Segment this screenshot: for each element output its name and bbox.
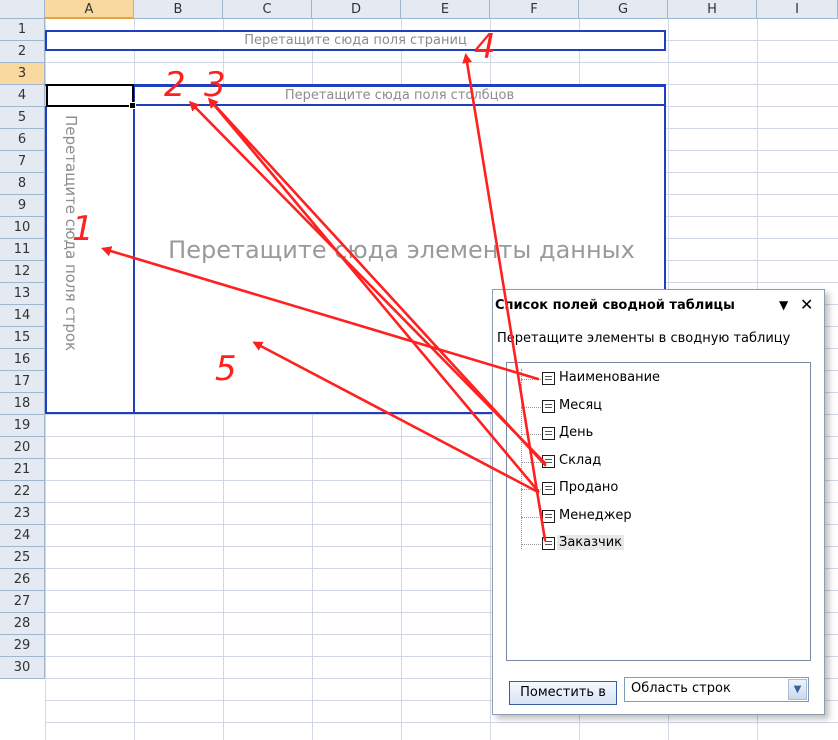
row-header-29[interactable]: 29 <box>0 635 45 657</box>
row-header-1[interactable]: 1 <box>0 19 45 41</box>
row-header-15[interactable]: 15 <box>0 327 45 349</box>
pivot-column-drop-zone[interactable]: Перетащите сюда поля столбцов <box>133 85 666 106</box>
field-label: Заказчик <box>557 535 625 550</box>
column-header-i[interactable]: I <box>757 0 838 19</box>
field-label: Продано <box>559 480 619 495</box>
field-checkbox[interactable] <box>542 537 555 550</box>
field-checkbox[interactable] <box>542 509 555 523</box>
tree-connector <box>521 516 541 518</box>
row-header-11[interactable]: 11 <box>0 239 45 261</box>
row-header-20[interactable]: 20 <box>0 437 45 459</box>
column-header-b[interactable]: B <box>134 0 223 19</box>
field-list: Наименование Месяц День Склад Продано Менедже… <box>506 362 811 661</box>
field-checkbox[interactable] <box>542 399 555 413</box>
row-header-24[interactable]: 24 <box>0 525 45 547</box>
field-checkbox[interactable] <box>542 454 555 468</box>
row-header-14[interactable]: 14 <box>0 305 45 327</box>
field-label: Наименование <box>559 370 661 385</box>
row-header-4[interactable]: 4 <box>0 85 45 107</box>
fill-handle[interactable] <box>129 102 136 109</box>
row-header-3[interactable]: 3 <box>0 63 45 85</box>
pivot-page-drop-zone[interactable]: Перетащите сюда поля страниц <box>45 30 666 51</box>
row-header-9[interactable]: 9 <box>0 195 45 217</box>
row-header-27[interactable]: 27 <box>0 591 45 613</box>
area-select[interactable]: Область строк ▼ <box>624 677 809 702</box>
panel-menu-icon[interactable]: ▼ <box>779 298 788 312</box>
row-header-18[interactable]: 18 <box>0 393 45 415</box>
row-header-13[interactable]: 13 <box>0 283 45 305</box>
column-header-d[interactable]: D <box>312 0 401 19</box>
data-drop-label: Перетащите сюда элементы данных <box>168 236 635 264</box>
chevron-down-icon[interactable]: ▼ <box>788 679 807 700</box>
field-checkbox[interactable] <box>542 372 555 385</box>
tree-connector <box>521 489 541 490</box>
column-header-h[interactable]: H <box>668 0 757 19</box>
row-drop-label: Перетащите сюда поля строк <box>62 115 80 352</box>
column-header-a[interactable]: A <box>45 0 134 19</box>
row-header-7[interactable]: 7 <box>0 151 45 173</box>
row-header-28[interactable]: 28 <box>0 613 45 635</box>
row-header-12[interactable]: 12 <box>0 261 45 283</box>
row-header-17[interactable]: 17 <box>0 371 45 393</box>
field-label: Месяц <box>559 397 603 413</box>
tree-connector <box>521 406 541 408</box>
row-header-19[interactable]: 19 <box>0 415 45 437</box>
area-select-value: Область строк <box>631 681 731 696</box>
row-header-25[interactable]: 25 <box>0 547 45 569</box>
row-header-2[interactable]: 2 <box>0 41 45 63</box>
column-drop-label: Перетащите сюда поля столбцов <box>284 88 515 103</box>
row-header-5[interactable]: 5 <box>0 107 45 129</box>
column-header-f[interactable]: F <box>490 0 579 19</box>
column-header-c[interactable]: C <box>223 0 312 19</box>
row-header-22[interactable]: 22 <box>0 481 45 503</box>
active-cell-a3[interactable] <box>46 84 136 109</box>
row-header-8[interactable]: 8 <box>0 173 45 195</box>
row-header-16[interactable]: 16 <box>0 349 45 371</box>
tree-connector <box>521 461 541 463</box>
panel-title: Список полей сводной таблицы <box>495 298 735 313</box>
field-label: Склад <box>559 452 602 468</box>
field-label: День <box>559 425 594 440</box>
tree-connector <box>521 379 541 380</box>
select-all-corner[interactable] <box>0 0 45 19</box>
row-header-26[interactable]: 26 <box>0 569 45 591</box>
row-header-10[interactable]: 10 <box>0 217 45 239</box>
row-header-23[interactable]: 23 <box>0 503 45 525</box>
column-header-e[interactable]: E <box>401 0 490 19</box>
field-label: Менеджер <box>559 507 632 523</box>
panel-hint: Перетащите элементы в сводную таблицу <box>497 331 791 346</box>
row-header-21[interactable]: 21 <box>0 459 45 481</box>
tree-line <box>521 369 522 549</box>
field-checkbox[interactable] <box>542 427 555 440</box>
place-in-button[interactable]: Поместить в <box>509 681 617 705</box>
tree-connector <box>521 434 541 435</box>
row-header-6[interactable]: 6 <box>0 129 45 151</box>
tree-connector <box>521 544 541 545</box>
spreadsheet: ABCDEFGHI 1 2 3 4 5 6 7 8 9 10 11 12 13 14 15 16 17 18 19 2… <box>0 0 838 740</box>
field-checkbox[interactable] <box>542 482 555 495</box>
page-drop-label: Перетащите сюда поля страниц <box>244 33 467 48</box>
pivot-field-list-panel: Список полей сводной таблицы ▼ ✕ Перетащ… <box>492 289 825 715</box>
column-header-g[interactable]: G <box>579 0 668 19</box>
close-icon[interactable]: ✕ <box>800 295 813 314</box>
row-header-30[interactable]: 30 <box>0 657 45 679</box>
